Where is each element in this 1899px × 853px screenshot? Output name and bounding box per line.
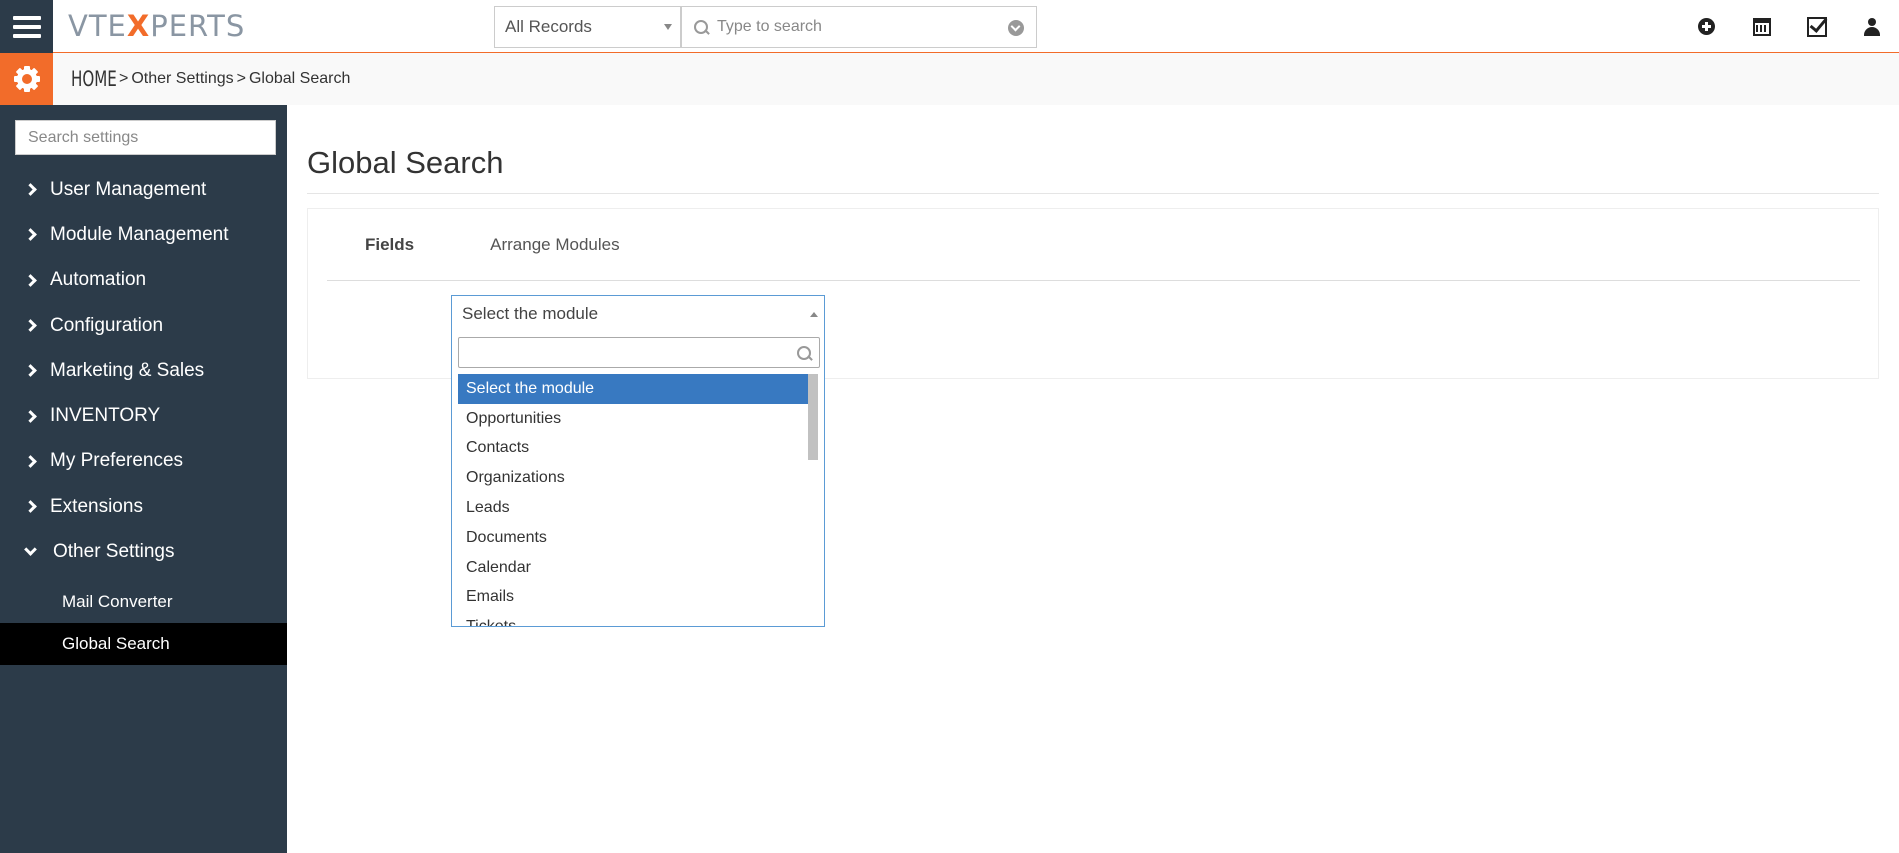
sidebar-item-my-preferences[interactable]: My Preferences bbox=[0, 439, 287, 484]
settings-search-input[interactable]: Search settings bbox=[15, 120, 276, 155]
chevron-right-icon bbox=[24, 455, 37, 468]
settings-menu: User Management Module Management Automa… bbox=[0, 167, 287, 665]
settings-search-placeholder: Search settings bbox=[28, 128, 139, 146]
sidebar-item-label: Marketing & Sales bbox=[50, 359, 205, 381]
module-option[interactable]: Leads bbox=[458, 493, 810, 523]
module-option[interactable]: Emails bbox=[458, 583, 810, 613]
plus-circle-icon bbox=[1698, 18, 1715, 35]
logo-text-prefix: VTE bbox=[68, 9, 127, 43]
calendar-icon bbox=[1752, 17, 1771, 36]
top-icon-group bbox=[1679, 0, 1899, 53]
breadcrumb-separator: > bbox=[119, 70, 129, 87]
tab-bar: Fields Arrange Modules bbox=[327, 209, 1860, 281]
module-option[interactable]: Tickets bbox=[458, 612, 810, 626]
search-icon bbox=[797, 346, 812, 361]
gear-icon bbox=[13, 66, 40, 92]
tasks-button[interactable] bbox=[1789, 0, 1844, 53]
module-option-list: Select the module Opportunities Contacts… bbox=[458, 374, 810, 626]
sidebar-item-label: Extensions bbox=[50, 495, 143, 517]
chevron-right-icon bbox=[24, 409, 37, 423]
module-option[interactable]: Calendar bbox=[458, 553, 810, 583]
sidebar-item-label: Configuration bbox=[50, 314, 164, 336]
chevron-right-icon bbox=[24, 364, 37, 378]
sidebar-item-label: My Preferences bbox=[50, 450, 184, 472]
sidebar-subitem-mail-converter[interactable]: Mail Converter bbox=[0, 581, 287, 623]
title-divider bbox=[307, 193, 1879, 194]
sidebar-item-inventory[interactable]: INVENTORY bbox=[0, 393, 287, 438]
module-option[interactable]: Documents bbox=[458, 523, 810, 553]
breadcrumb-global-search: Global Search bbox=[248, 70, 351, 87]
sidebar-item-label: Other Settings bbox=[53, 541, 175, 563]
hamburger-menu-icon[interactable] bbox=[0, 0, 53, 53]
module-select-dropdown: Select the module Opportunities Contacts… bbox=[451, 332, 825, 627]
quick-create-button[interactable] bbox=[1679, 0, 1734, 53]
breadcrumb-home[interactable]: HOME bbox=[71, 67, 117, 91]
sidebar-item-extensions[interactable]: Extensions bbox=[0, 484, 287, 529]
calendar-button[interactable] bbox=[1734, 0, 1789, 53]
logo-text-x: X bbox=[126, 9, 151, 43]
breadcrumb-separator: > bbox=[236, 70, 246, 87]
main-content: Global Search Fields Arrange Modules Sel… bbox=[287, 105, 1899, 853]
module-option[interactable]: Opportunities bbox=[458, 404, 810, 434]
user-menu-button[interactable] bbox=[1844, 0, 1899, 53]
module-option[interactable]: Contacts bbox=[458, 434, 810, 464]
sidebar-item-automation[interactable]: Automation bbox=[0, 258, 287, 303]
vtexperts-logo[interactable]: VTE X PERTS bbox=[68, 8, 245, 44]
breadcrumb-bar: HOME > Other Settings > Global Search bbox=[0, 53, 1899, 105]
breadcrumb-other-settings[interactable]: Other Settings bbox=[131, 70, 233, 88]
sidebar-item-user-management[interactable]: User Management bbox=[0, 167, 287, 212]
global-search-input[interactable]: Type to search bbox=[681, 6, 1037, 48]
record-filter-value: All Records bbox=[505, 17, 592, 36]
breadcrumb: HOME > Other Settings > Global Search bbox=[71, 53, 350, 105]
module-select-value: Select the module bbox=[462, 304, 599, 323]
sidebar-item-label: Module Management bbox=[50, 223, 229, 245]
sidebar-item-configuration[interactable]: Configuration bbox=[0, 303, 287, 348]
chevron-right-icon bbox=[24, 500, 37, 514]
chevron-down-icon bbox=[24, 543, 37, 556]
tab-arrange-modules[interactable]: Arrange Modules bbox=[452, 235, 657, 255]
advanced-search-chevron-icon[interactable] bbox=[1008, 20, 1024, 36]
chevron-right-icon bbox=[24, 273, 37, 287]
global-search-placeholder: Type to search bbox=[717, 18, 822, 35]
settings-sidebar: Search settings User Management Module M… bbox=[0, 105, 287, 853]
module-option[interactable]: Organizations bbox=[458, 463, 810, 493]
sidebar-subitem-global-search[interactable]: Global Search bbox=[0, 622, 287, 665]
top-navbar: VTE X PERTS All Records Type to search bbox=[0, 0, 1899, 53]
module-select[interactable]: Select the module bbox=[451, 295, 825, 332]
logo-text-suffix: PERTS bbox=[150, 9, 246, 43]
sidebar-subitem-label: Mail Converter bbox=[62, 591, 173, 611]
sidebar-item-label: User Management bbox=[50, 178, 207, 200]
sidebar-item-label: INVENTORY bbox=[50, 405, 161, 427]
chevron-right-icon bbox=[24, 228, 37, 242]
tab-fields[interactable]: Fields bbox=[327, 235, 452, 255]
sidebar-item-label: Automation bbox=[50, 269, 147, 291]
settings-gear-button[interactable] bbox=[0, 53, 53, 105]
check-square-icon bbox=[1806, 16, 1827, 37]
module-search-input[interactable] bbox=[458, 337, 820, 368]
search-icon bbox=[694, 19, 709, 35]
caret-up-icon bbox=[810, 312, 818, 317]
page-title: Global Search bbox=[307, 145, 504, 180]
record-filter-select[interactable]: All Records bbox=[494, 6, 681, 48]
sidebar-item-module-management[interactable]: Module Management bbox=[0, 212, 287, 257]
caret-down-icon bbox=[664, 24, 672, 30]
dropdown-scrollbar[interactable] bbox=[808, 374, 818, 460]
chevron-right-icon bbox=[24, 319, 37, 332]
sidebar-item-marketing-sales[interactable]: Marketing & Sales bbox=[0, 348, 287, 393]
module-option[interactable]: Select the module bbox=[458, 374, 810, 404]
user-icon bbox=[1863, 17, 1881, 36]
sidebar-item-other-settings[interactable]: Other Settings bbox=[0, 529, 287, 574]
sidebar-subitem-label: Global Search bbox=[62, 633, 170, 653]
chevron-right-icon bbox=[24, 183, 37, 197]
